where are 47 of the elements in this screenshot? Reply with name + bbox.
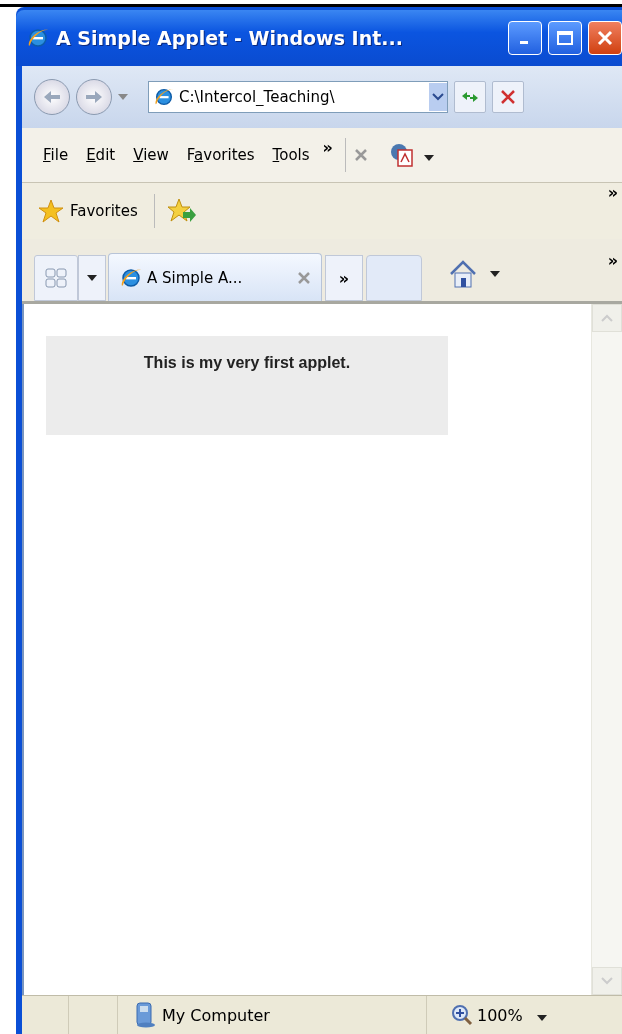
stop-icon[interactable] <box>500 89 516 105</box>
toolbar-overflow[interactable]: » <box>603 183 622 202</box>
refresh-button[interactable] <box>454 81 486 113</box>
page-icon <box>153 86 175 108</box>
stop-button[interactable] <box>492 81 524 113</box>
menu-item[interactable]: Edit <box>77 146 125 164</box>
menu-overflow[interactable]: » <box>318 138 337 157</box>
tab[interactable]: A Simple A... <box>108 253 322 301</box>
back-button[interactable] <box>34 79 70 115</box>
address-bar[interactable]: C:\Intercol_Teaching\ <box>148 81 448 113</box>
caret-icon[interactable] <box>423 154 434 161</box>
maximize-icon[interactable] <box>556 30 574 46</box>
back-arrow-icon[interactable] <box>42 89 62 105</box>
address-input[interactable]: C:\Intercol_Teaching\ <box>179 88 425 106</box>
applet-text: This is my very first applet. <box>143 354 351 373</box>
caret-icon[interactable] <box>87 275 97 281</box>
toolbar-overflow[interactable]: » <box>603 251 622 270</box>
quick-tabs-icon[interactable] <box>45 268 67 288</box>
zone-text: My Computer <box>162 1005 270 1025</box>
forward-button[interactable] <box>76 79 112 115</box>
favorites-button[interactable]: Favorites <box>34 199 142 223</box>
menu-item[interactable]: Tools <box>263 146 319 164</box>
refresh-icon[interactable] <box>460 89 480 105</box>
maximize-button[interactable] <box>548 21 582 55</box>
menu-item[interactable]: File <box>34 146 78 164</box>
caret-icon[interactable] <box>490 271 500 277</box>
home-button[interactable] <box>448 259 500 289</box>
zoom-in-icon[interactable] <box>451 1004 473 1026</box>
tabs-overflow-button[interactable]: » <box>325 255 363 301</box>
browser-logo-icon <box>26 26 50 50</box>
close-icon[interactable] <box>353 148 368 162</box>
close-button[interactable] <box>588 21 622 55</box>
home-icon[interactable] <box>448 259 478 289</box>
document-icon[interactable] <box>389 143 414 167</box>
tab-list-button[interactable] <box>78 255 106 301</box>
zoom-button[interactable]: 100% <box>451 1004 523 1026</box>
menu-item[interactable]: Favorites <box>177 146 264 164</box>
forward-arrow-icon[interactable] <box>84 89 104 105</box>
star-icon[interactable] <box>38 199 64 223</box>
computer-icon <box>134 1002 156 1028</box>
menu-item[interactable]: View <box>124 146 178 164</box>
close-icon[interactable] <box>297 270 311 285</box>
add-favorite-icon[interactable] <box>166 198 197 224</box>
minimize-button[interactable] <box>508 21 542 55</box>
window-title: A Simple Applet - Windows Int... <box>56 27 404 49</box>
caret-icon[interactable] <box>536 1014 547 1021</box>
chevron-down-icon[interactable] <box>432 93 444 101</box>
